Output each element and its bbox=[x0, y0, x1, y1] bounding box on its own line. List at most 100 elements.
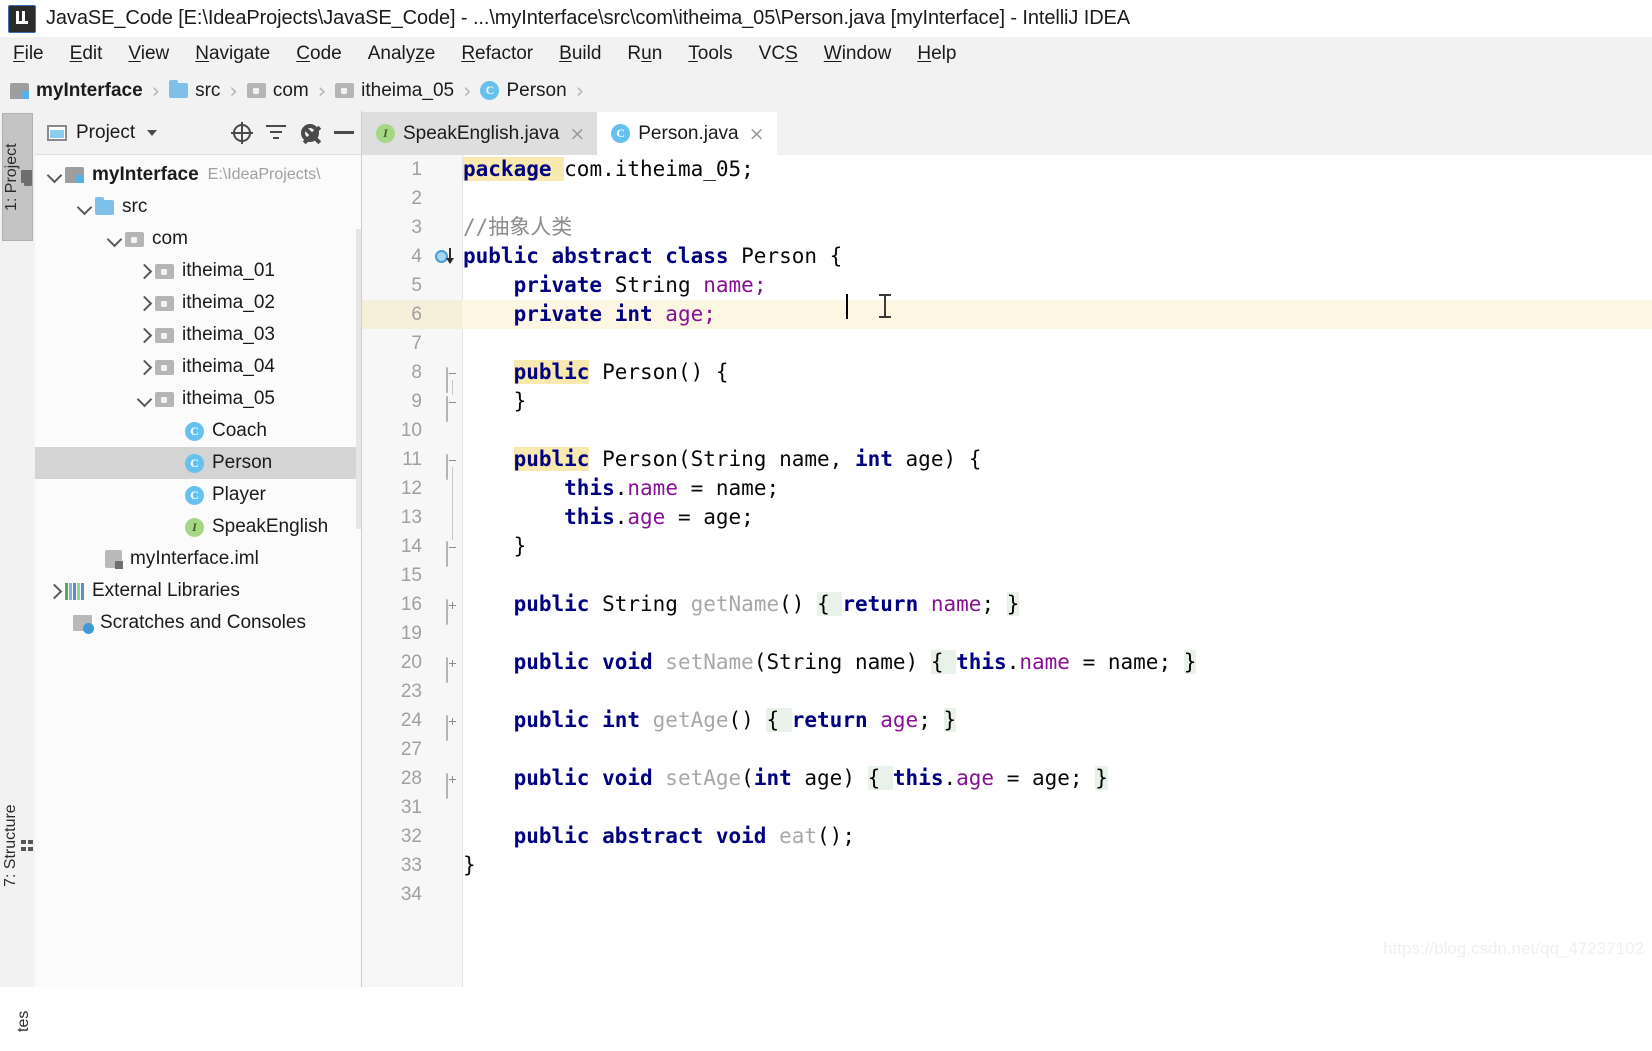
close-icon[interactable]: × bbox=[569, 123, 585, 145]
code-line: 32 public abstract void eat(); bbox=[362, 822, 1652, 851]
tree-item-myinterface-iml[interactable]: myInterface.iml bbox=[35, 543, 361, 575]
locate-in-tree-button[interactable] bbox=[225, 118, 259, 148]
implemented-by-icon[interactable] bbox=[435, 248, 454, 264]
line-number[interactable]: 16 bbox=[362, 590, 422, 619]
line-number[interactable]: 19 bbox=[362, 619, 422, 648]
line-number[interactable]: 11 bbox=[362, 445, 422, 474]
tool-window-structure[interactable]: 7: Structure bbox=[2, 771, 33, 921]
code-line: 8 public Person() { bbox=[362, 358, 1652, 393]
breadcrumb-item-itheima05[interactable]: itheima_05 bbox=[335, 80, 454, 102]
fold-marker[interactable] bbox=[446, 395, 460, 422]
fold-marker[interactable] bbox=[446, 656, 460, 683]
menu-build[interactable]: Build bbox=[546, 43, 614, 65]
collapse-all-button[interactable] bbox=[259, 118, 293, 148]
chevron-right-icon: › bbox=[575, 78, 585, 103]
line-number[interactable]: 31 bbox=[362, 793, 422, 822]
tab-speakenglish-java[interactable]: I SpeakEnglish.java × bbox=[362, 112, 598, 155]
tree-item-myinterface[interactable]: myInterface E:\IdeaProjects\ bbox=[35, 159, 361, 191]
fold-marker[interactable] bbox=[446, 366, 460, 393]
menu-refactor[interactable]: Refactor bbox=[448, 43, 546, 65]
tree-item-external-libraries[interactable]: External Libraries bbox=[35, 575, 361, 607]
tree-item-itheima_03[interactable]: itheima_03 bbox=[35, 319, 361, 351]
code-text: package com.itheima_05; bbox=[463, 157, 754, 181]
code-text: public int getAge() { return age; } bbox=[513, 708, 957, 732]
tool-window-favorites[interactable]: tes bbox=[2, 991, 33, 1051]
project-view-dropdown[interactable] bbox=[135, 118, 169, 148]
chevron-down-icon[interactable] bbox=[103, 231, 125, 247]
locate-icon bbox=[231, 121, 253, 144]
chevron-right-icon[interactable] bbox=[133, 359, 155, 375]
menu-tools[interactable]: Tools bbox=[675, 43, 745, 65]
line-number[interactable]: 4 bbox=[362, 242, 422, 271]
menu-view[interactable]: View bbox=[115, 43, 182, 65]
tree-item-player[interactable]: C Player bbox=[35, 479, 361, 511]
line-number[interactable]: 24 bbox=[362, 706, 422, 735]
menu-analyze[interactable]: Analyze bbox=[355, 43, 449, 65]
menu-code[interactable]: Code bbox=[283, 43, 354, 65]
menu-edit[interactable]: Edit bbox=[57, 43, 116, 65]
fold-marker[interactable] bbox=[446, 598, 460, 625]
tree-item-com[interactable]: com bbox=[35, 223, 361, 255]
fold-marker[interactable] bbox=[446, 453, 460, 480]
fold-marker[interactable] bbox=[446, 772, 460, 799]
fold-marker[interactable] bbox=[446, 714, 460, 741]
line-number[interactable]: 15 bbox=[362, 561, 422, 590]
tree-item-src[interactable]: src bbox=[35, 191, 361, 223]
chevron-right-icon[interactable] bbox=[133, 263, 155, 279]
chevron-right-icon[interactable] bbox=[43, 583, 65, 599]
tree-item-speakenglish[interactable]: I SpeakEnglish bbox=[35, 511, 361, 543]
line-number[interactable]: 14 bbox=[362, 532, 422, 561]
menu-vcs[interactable]: VCS bbox=[746, 43, 811, 65]
line-number[interactable]: 8 bbox=[362, 358, 422, 387]
line-number[interactable]: 10 bbox=[362, 416, 422, 445]
code-editor[interactable]: 1 package com.itheima_05; 2 3 //抽象人类 4 public … bbox=[362, 155, 1652, 987]
line-number[interactable]: 9 bbox=[362, 387, 422, 416]
line-number[interactable]: 1 bbox=[362, 155, 422, 184]
chevron-down-icon[interactable] bbox=[133, 391, 155, 407]
line-number[interactable]: 5 bbox=[362, 271, 422, 300]
breadcrumb-item-myinterface[interactable]: myInterface bbox=[10, 80, 143, 102]
line-number[interactable]: 3 bbox=[362, 213, 422, 242]
line-number[interactable]: 23 bbox=[362, 677, 422, 706]
code-line: 28 public void setAge(int age) { this.ag… bbox=[362, 764, 1652, 799]
tree-item-itheima_02[interactable]: itheima_02 bbox=[35, 287, 361, 319]
hide-panel-button[interactable] bbox=[327, 118, 361, 148]
tree-item-coach[interactable]: C Coach bbox=[35, 415, 361, 447]
tree-item-itheima_01[interactable]: itheima_01 bbox=[35, 255, 361, 287]
chevron-down-icon[interactable] bbox=[73, 199, 95, 215]
breadcrumb-item-person[interactable]: C Person bbox=[480, 80, 567, 102]
tree-item-label: External Libraries bbox=[92, 580, 240, 601]
project-panel-scrollbar[interactable] bbox=[356, 229, 361, 529]
menu-window[interactable]: Window bbox=[811, 43, 905, 65]
breadcrumb-item-com[interactable]: com bbox=[246, 80, 309, 102]
tab-person-java[interactable]: C Person.java × bbox=[597, 112, 777, 155]
menu-file[interactable]: File bbox=[0, 43, 57, 65]
line-number[interactable]: 7 bbox=[362, 329, 422, 358]
code-text: private String name; bbox=[513, 273, 767, 297]
chevron-right-icon[interactable] bbox=[133, 295, 155, 311]
tree-item-itheima_05[interactable]: itheima_05 bbox=[35, 383, 361, 415]
tree-item-scratches-and-consoles[interactable]: Scratches and Consoles bbox=[35, 607, 361, 639]
line-number[interactable]: 13 bbox=[362, 503, 422, 532]
line-number[interactable]: 6 bbox=[362, 300, 422, 329]
close-icon[interactable]: × bbox=[749, 123, 765, 145]
tree-item-person[interactable]: C Person bbox=[35, 447, 361, 479]
menu-run[interactable]: Run bbox=[614, 43, 675, 65]
fold-marker[interactable] bbox=[446, 540, 460, 567]
settings-button[interactable] bbox=[293, 118, 327, 148]
line-number[interactable]: 32 bbox=[362, 822, 422, 851]
menu-help[interactable]: Help bbox=[904, 43, 969, 65]
breadcrumb-item-src[interactable]: src bbox=[169, 80, 220, 102]
line-number[interactable]: 34 bbox=[362, 880, 422, 909]
tree-item-itheima_04[interactable]: itheima_04 bbox=[35, 351, 361, 383]
line-number[interactable]: 2 bbox=[362, 184, 422, 213]
line-number[interactable]: 12 bbox=[362, 474, 422, 503]
line-number[interactable]: 28 bbox=[362, 764, 422, 793]
tool-window-project[interactable]: 1: Project bbox=[2, 113, 33, 241]
line-number[interactable]: 27 bbox=[362, 735, 422, 764]
line-number[interactable]: 33 bbox=[362, 851, 422, 880]
chevron-right-icon[interactable] bbox=[133, 327, 155, 343]
line-number[interactable]: 20 bbox=[362, 648, 422, 677]
chevron-down-icon[interactable] bbox=[43, 167, 65, 183]
menu-navigate[interactable]: Navigate bbox=[182, 43, 283, 65]
